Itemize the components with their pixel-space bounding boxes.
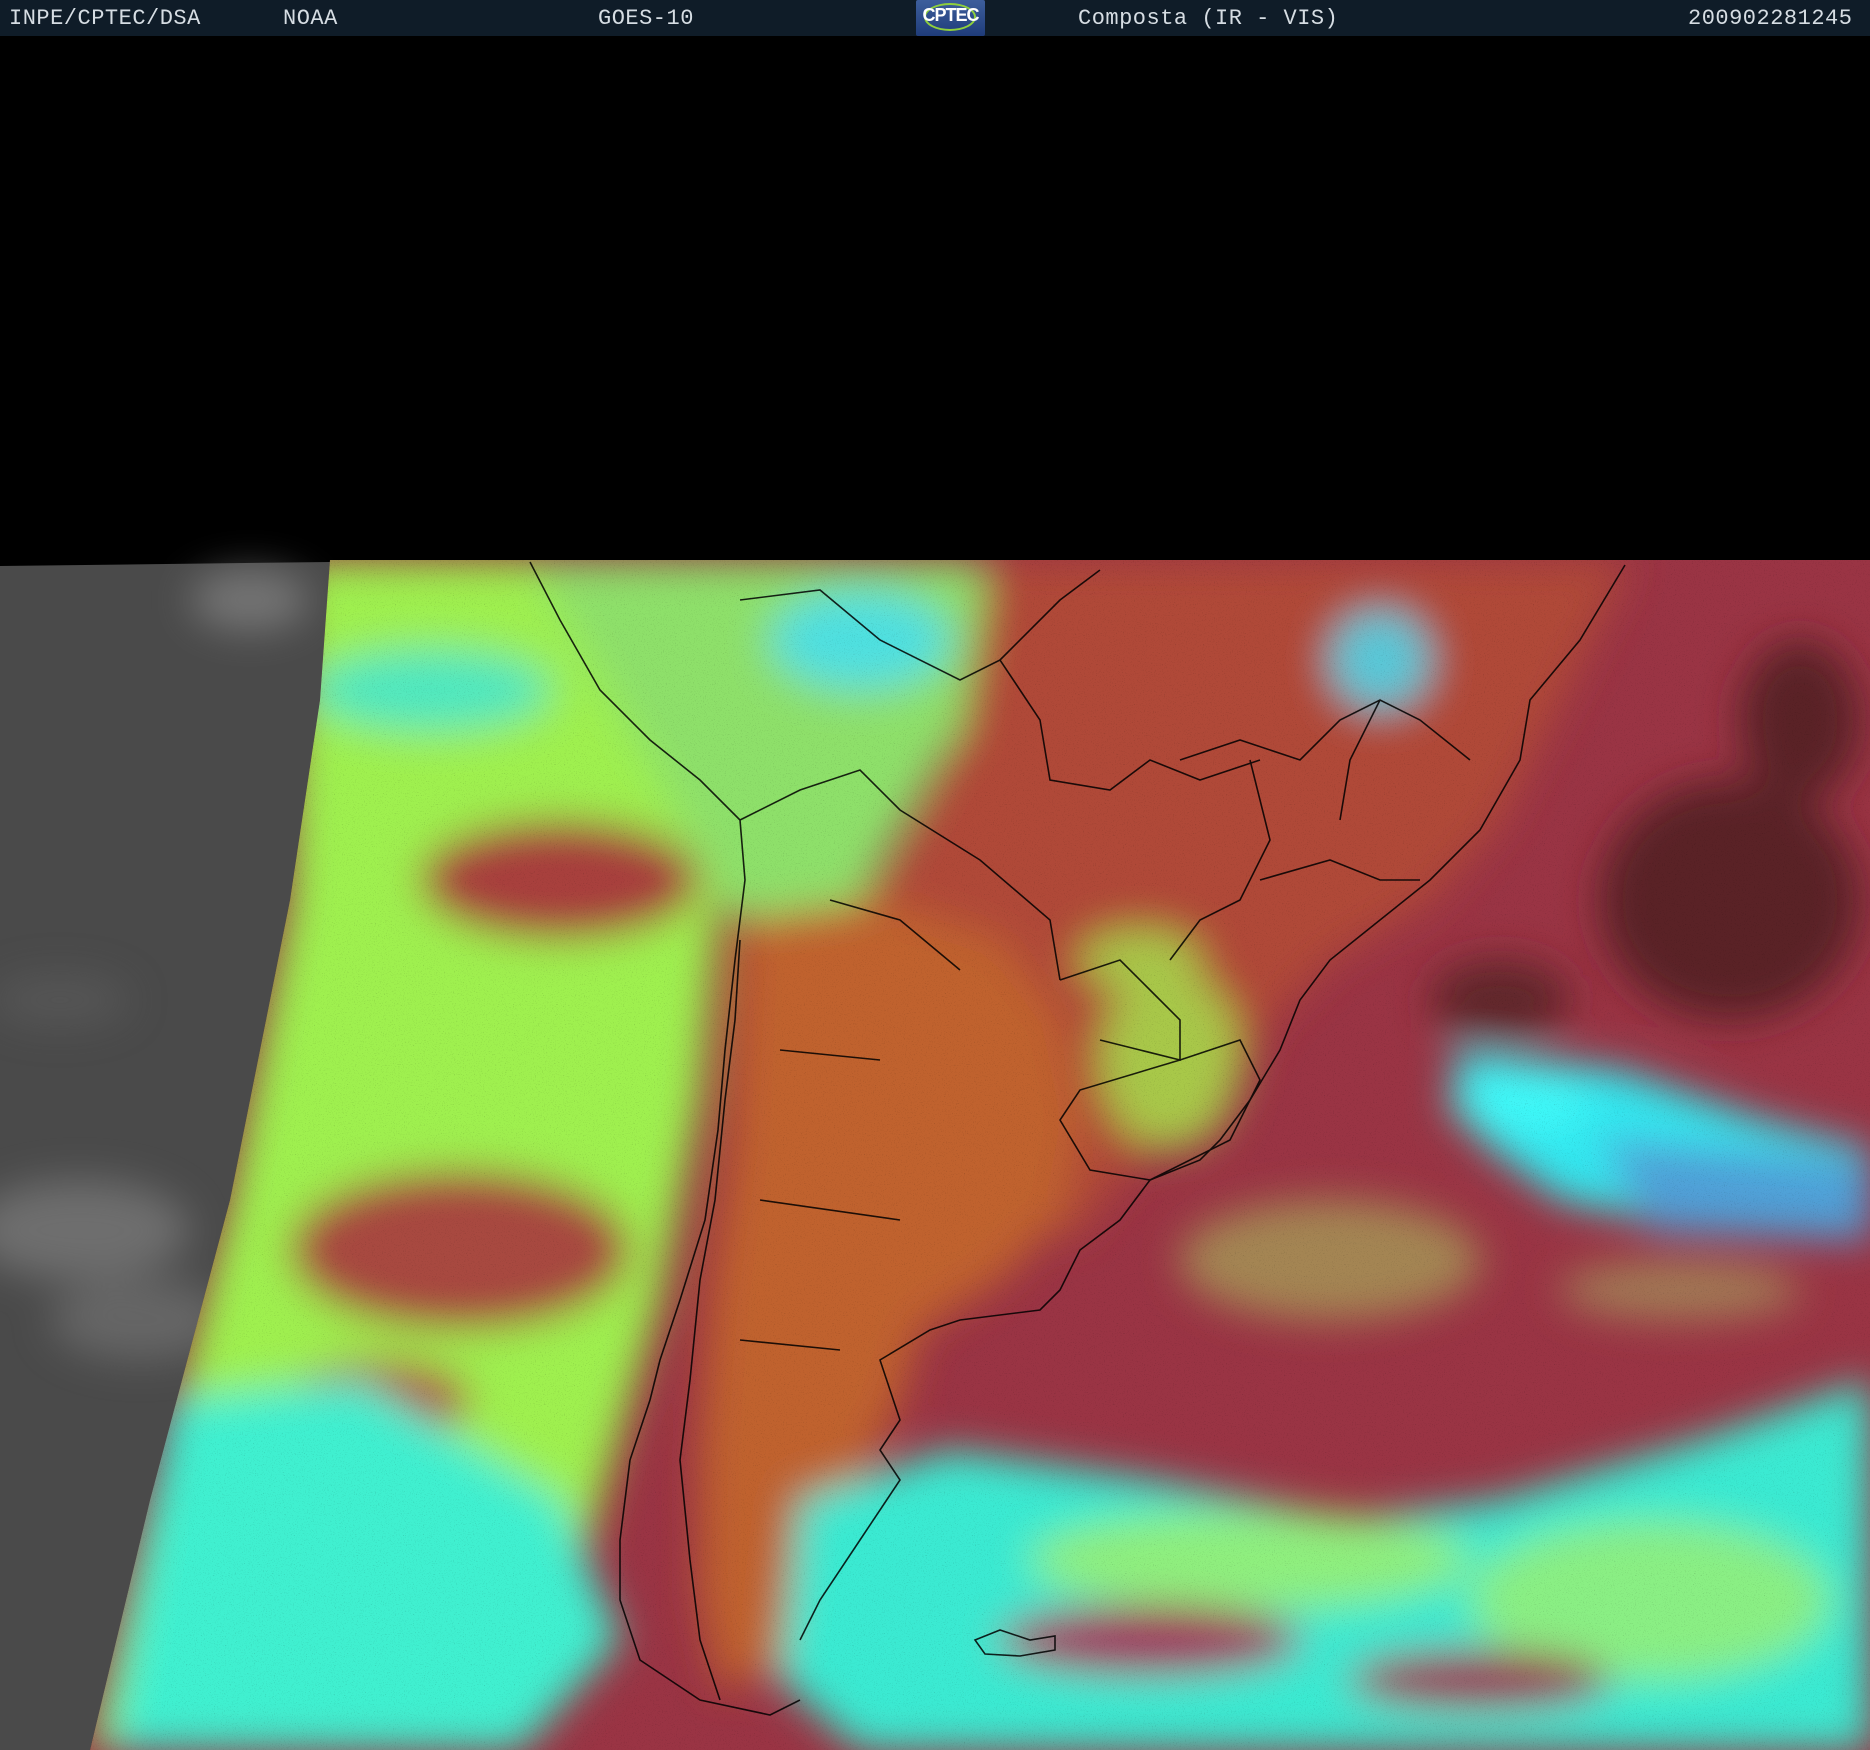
org-label: INPE/CPTEC/DSA <box>9 6 201 31</box>
header-bar: INPE/CPTEC/DSA NOAA GOES-10 CPTEC Compos… <box>0 0 1870 36</box>
logo-text: CPTEC <box>922 5 979 25</box>
no-data-region <box>0 36 1870 560</box>
satellite-label: GOES-10 <box>598 6 694 31</box>
cptec-logo: CPTEC <box>916 0 985 36</box>
satellite-composite-map <box>0 36 1870 1750</box>
timestamp-label: 200902281245 <box>1688 6 1853 31</box>
product-label: Composta (IR - VIS) <box>1078 6 1339 31</box>
agency-label: NOAA <box>283 6 338 31</box>
